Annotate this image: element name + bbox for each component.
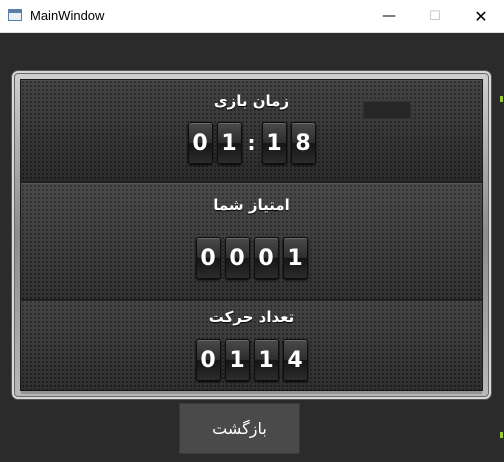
moves-display: 0 1 1 4	[21, 339, 482, 381]
score-label: امتیاز شما	[213, 196, 290, 214]
moves-section: تعداد حرکت 0 1 1 4	[21, 301, 482, 394]
app-window-icon	[8, 9, 22, 21]
scoreboard-inner: زمان بازی 0 1 : 1 8 امتیاز شما 0 0 0 1 ت…	[20, 79, 483, 394]
back-button[interactable]: بازگشت	[179, 403, 300, 454]
edge-accent-mark	[500, 432, 503, 438]
indicator-slot	[363, 101, 411, 119]
moves-digit: 4	[282, 339, 308, 381]
score-digit: 1	[282, 237, 308, 279]
game-time-section: زمان بازی 0 1 : 1 8	[21, 80, 482, 183]
scoreboard-panel: زمان بازی 0 1 : 1 8 امتیاز شما 0 0 0 1 ت…	[12, 71, 491, 399]
minimize-button[interactable]: —	[366, 0, 412, 32]
maximize-button[interactable]: ☐	[412, 0, 458, 32]
time-digit: 8	[290, 122, 316, 164]
score-display: 0 0 0 1	[21, 237, 482, 279]
score-digit: 0	[253, 237, 279, 279]
score-digit: 0	[224, 237, 250, 279]
game-time-display: 0 1 : 1 8	[21, 122, 482, 164]
score-section: امتیاز شما 0 0 0 1	[21, 183, 482, 301]
time-separator: :	[247, 131, 256, 155]
time-digit: 1	[216, 122, 242, 164]
moves-digit: 0	[195, 339, 221, 381]
moves-label: تعداد حرکت	[208, 308, 295, 326]
time-digit: 1	[261, 122, 287, 164]
title-bar: MainWindow — ☐ ✕	[0, 0, 504, 33]
window-title: MainWindow	[30, 8, 105, 23]
close-button[interactable]: ✕	[458, 0, 504, 32]
score-digit: 0	[195, 237, 221, 279]
moves-digit: 1	[253, 339, 279, 381]
edge-accent-mark	[500, 96, 503, 102]
moves-digit: 1	[224, 339, 250, 381]
game-time-label: زمان بازی	[213, 92, 290, 110]
time-digit: 0	[187, 122, 213, 164]
